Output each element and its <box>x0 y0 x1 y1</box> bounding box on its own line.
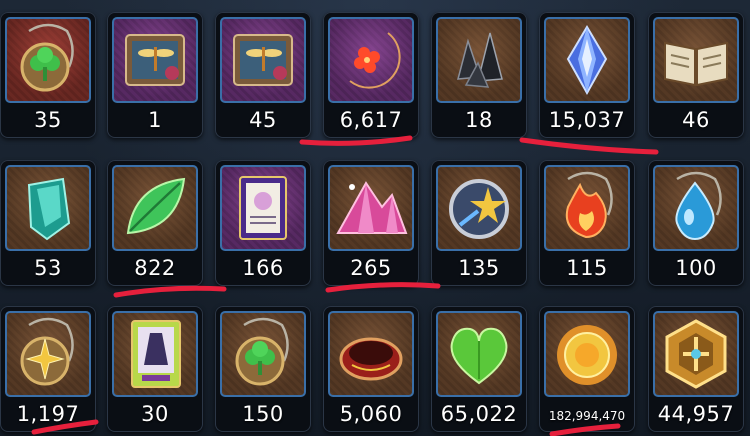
green-heart-icon <box>450 327 508 385</box>
item-icon-frame <box>328 17 414 103</box>
item-count: 45 <box>249 108 277 132</box>
item-count: 44,957 <box>657 402 735 426</box>
item-count: 135 <box>458 256 500 280</box>
item-slot[interactable]: 18 <box>431 12 527 138</box>
item-slot[interactable]: 45 <box>215 12 311 138</box>
item-slot[interactable]: 182,994,470 <box>539 306 635 432</box>
item-slot[interactable]: 46 <box>648 12 744 138</box>
item-icon-frame <box>436 17 522 103</box>
item-count: 115 <box>566 256 608 280</box>
item-icon-frame <box>544 165 630 251</box>
item-icon-frame <box>436 165 522 251</box>
item-count: 100 <box>675 256 717 280</box>
item-slot[interactable]: 53 <box>0 160 96 286</box>
golden-sun-medallion-icon <box>557 325 617 385</box>
purple-card-icon <box>239 176 287 240</box>
item-icon-frame <box>112 165 198 251</box>
green-clover-pendant-icon <box>235 317 289 386</box>
item-slot[interactable]: 822 <box>107 160 203 286</box>
shooting-star-badge-icon <box>449 179 509 239</box>
item-count: 822 <box>134 256 176 280</box>
item-count: 46 <box>682 108 710 132</box>
item-slot[interactable]: 5,060 <box>323 306 419 432</box>
item-slot[interactable]: 30 <box>107 306 203 432</box>
item-icon-frame <box>328 311 414 397</box>
pink-crystal-mountain-icon <box>336 181 408 234</box>
item-icon-frame <box>544 17 630 103</box>
item-slot[interactable]: 6,617 <box>323 12 419 138</box>
red-underline-mark <box>519 137 659 155</box>
blue-crystal-gem-icon <box>566 25 608 96</box>
red-underline-mark <box>299 135 413 146</box>
item-slot[interactable]: 15,037 <box>539 12 635 138</box>
gold-hexagon-emblem-icon <box>665 319 727 389</box>
item-count: 1,197 <box>16 402 80 426</box>
item-slot[interactable]: 100 <box>648 160 744 286</box>
item-count: 150 <box>242 402 284 426</box>
blue-water-drop-pendant-icon <box>675 171 722 241</box>
inventory-grid: 35 1 45 6,617 18 15,037 46 53 822 166 265 135 115 100… <box>0 0 750 436</box>
item-count: 30 <box>141 402 169 426</box>
item-count: 265 <box>350 256 392 280</box>
item-count: 5,060 <box>339 402 403 426</box>
item-icon-frame <box>653 165 739 251</box>
item-count: 65,022 <box>440 402 518 426</box>
item-icon-frame <box>112 17 198 103</box>
red-underline-mark <box>113 285 227 298</box>
green-leaf-icon <box>126 177 186 235</box>
item-icon-frame <box>220 165 306 251</box>
item-count: 166 <box>242 256 284 280</box>
item-icon-frame <box>5 17 91 103</box>
item-icon-frame <box>5 311 91 397</box>
black-crystal-shards-icon <box>457 32 503 88</box>
item-slot[interactable]: 265 <box>323 160 419 286</box>
item-slot[interactable]: 1,197 <box>0 306 96 432</box>
item-slot[interactable]: 65,022 <box>431 306 527 432</box>
item-count: 35 <box>34 108 62 132</box>
item-count: 15,037 <box>548 108 626 132</box>
item-count: 18 <box>465 108 493 132</box>
item-icon-frame <box>544 311 630 397</box>
item-slot[interactable]: 44,957 <box>648 306 744 432</box>
item-icon-frame <box>653 17 739 103</box>
item-icon-frame <box>112 311 198 397</box>
item-icon-frame <box>653 311 739 397</box>
red-flame-pendant-icon <box>565 171 613 239</box>
item-slot[interactable]: 135 <box>431 160 527 286</box>
item-count: 1 <box>148 108 162 132</box>
item-count: 6,617 <box>339 108 403 132</box>
open-spell-book-icon <box>664 41 728 87</box>
dragonfly-card-pack-icon <box>125 34 185 86</box>
green-clover-pendant-icon <box>20 23 74 92</box>
red-ring-band-icon <box>339 337 403 381</box>
item-icon-frame <box>220 311 306 397</box>
item-slot[interactable]: 166 <box>215 160 311 286</box>
item-icon-frame <box>436 311 522 397</box>
green-dress-card-icon <box>131 320 181 388</box>
item-slot[interactable]: 35 <box>0 12 96 138</box>
item-slot[interactable]: 150 <box>215 306 311 432</box>
teal-crystal-block-icon <box>27 177 71 241</box>
item-slot[interactable]: 1 <box>107 12 203 138</box>
gold-star-pendant-icon <box>20 317 74 386</box>
item-slot[interactable]: 115 <box>539 160 635 286</box>
item-icon-frame <box>5 165 91 251</box>
item-icon-frame <box>328 165 414 251</box>
red-flower-crescent-pendant-icon <box>349 32 401 89</box>
item-icon-frame <box>220 17 306 103</box>
dragonfly-card-pack-icon <box>233 34 293 86</box>
item-count: 53 <box>34 256 62 280</box>
item-count: 182,994,470 <box>548 409 626 423</box>
